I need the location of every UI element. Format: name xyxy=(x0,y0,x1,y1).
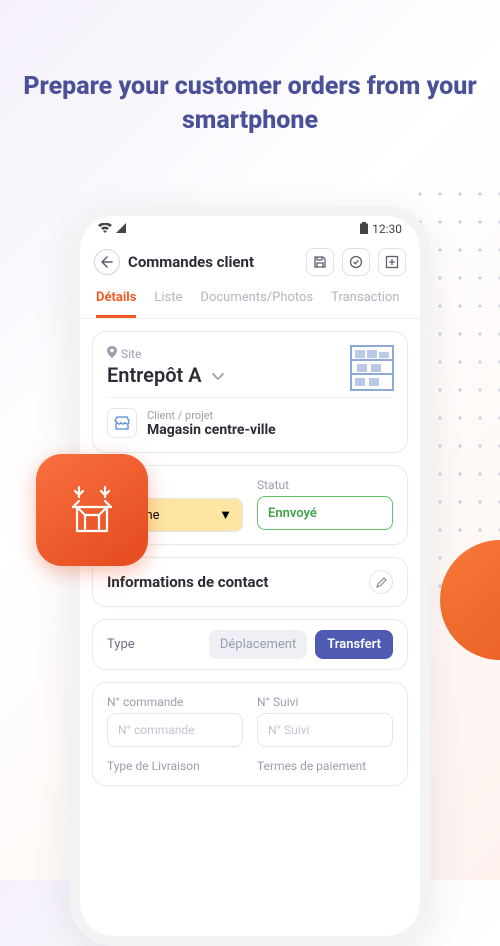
edit-button[interactable] xyxy=(369,570,393,594)
back-button[interactable] xyxy=(94,249,120,275)
type-row: Type Déplacement Transfert xyxy=(92,619,408,670)
type-option-transfert[interactable]: Transfert xyxy=(315,630,393,659)
save-button[interactable] xyxy=(306,248,334,276)
signal-icon xyxy=(116,222,126,236)
add-button[interactable] xyxy=(378,248,406,276)
app-header: Commandes client xyxy=(80,242,420,282)
client-value: Magasin centre-ville xyxy=(147,422,276,438)
type-label: Type xyxy=(107,637,135,652)
order-no-label: N° commande xyxy=(107,695,243,709)
store-icon xyxy=(107,408,137,438)
payment-label: Termes de paiement xyxy=(257,759,393,773)
tabs: Détails Liste Documents/Photos Transacti… xyxy=(80,282,420,319)
delivery-label: Type de Livraison xyxy=(107,759,243,773)
caret-down-icon: ▼ xyxy=(219,507,232,523)
tracking-label: N° Suivi xyxy=(257,695,393,709)
warehouse-illustration xyxy=(317,338,395,394)
tab-documents[interactable]: Documents/Photos xyxy=(200,290,313,318)
tab-transactions[interactable]: Transaction xyxy=(331,290,399,318)
contact-section-header: Informations de contact xyxy=(92,557,408,607)
contact-title: Informations de contact xyxy=(107,573,268,591)
wifi-icon xyxy=(98,222,112,236)
page-title: Commandes client xyxy=(128,253,298,271)
client-row[interactable]: Client / projet Magasin centre-ville xyxy=(107,397,393,452)
status-pill: Ennvoyé xyxy=(257,496,393,530)
order-no-input[interactable]: N° commande xyxy=(107,713,243,747)
status-bar: 12:30 xyxy=(80,216,420,242)
tab-details[interactable]: Détails xyxy=(96,290,136,318)
site-value: Entrepôt A xyxy=(107,363,202,387)
marketing-headline: Prepare your customer orders from your s… xyxy=(0,70,500,138)
client-label: Client / projet xyxy=(147,409,276,422)
status-time: 12:30 xyxy=(372,222,402,236)
battery-icon xyxy=(360,222,368,237)
site-card: Site Entrepôt A xyxy=(92,331,408,453)
tab-list[interactable]: Liste xyxy=(154,290,182,318)
order-fields-card: N° commande N° commande N° Suivi N° Suiv… xyxy=(92,682,408,786)
tracking-input[interactable]: N° Suivi xyxy=(257,713,393,747)
confirm-button[interactable] xyxy=(342,248,370,276)
type-option-deplacement[interactable]: Déplacement xyxy=(209,630,307,659)
pin-icon xyxy=(107,346,117,361)
app-icon xyxy=(36,454,148,566)
phone-mockup: 12:30 Commandes client Détails Liste Doc… xyxy=(70,206,430,946)
chevron-down-icon xyxy=(212,366,224,385)
status-label: Statut xyxy=(257,478,393,492)
